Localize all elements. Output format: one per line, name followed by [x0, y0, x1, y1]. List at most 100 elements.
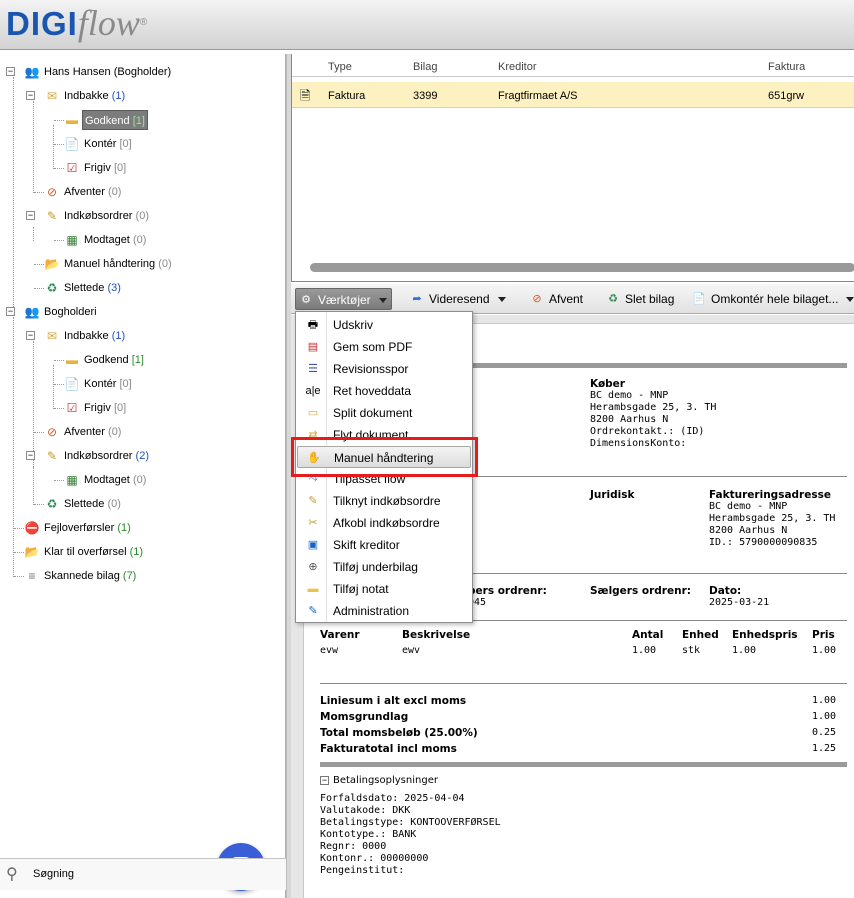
seller-order-title: Sælgers ordrenr:	[590, 585, 691, 597]
billing-line: BC demo - MNP	[709, 501, 788, 512]
buyer-line: Herambsgade 25, 3. TH	[590, 402, 717, 413]
line-header: Beskrivelse	[402, 629, 471, 641]
horizontal-scrollbar[interactable]	[310, 263, 854, 272]
document-icon: 📄	[692, 293, 706, 305]
inbox-icon: ✉	[46, 329, 58, 343]
column-header-faktura[interactable]: Faktura	[768, 61, 805, 73]
line-header: Antal	[632, 629, 664, 641]
menu-item-split-dokument[interactable]: ▭ Split dokument	[297, 402, 471, 424]
menu-item-manuel-handtering[interactable]: ✋ Manuel håndtering	[297, 446, 471, 468]
document-icon: 📄	[64, 377, 80, 391]
collapse-toggle[interactable]: −	[6, 307, 15, 316]
open-folder-icon: 📂	[44, 257, 60, 271]
buyers-order-title: bers ordrenr:	[468, 585, 547, 597]
digiflow-logo: DIGIflow®	[6, 3, 148, 43]
legal-title: Juridisk	[590, 489, 635, 501]
user-group-icon: 👥	[24, 305, 40, 319]
payment-collapse-toggle[interactable]: −	[320, 776, 329, 785]
collapse-toggle[interactable]: −	[26, 331, 35, 340]
menu-item-administration[interactable]: ✎ Administration	[297, 600, 471, 622]
line-cell: 1.00	[732, 645, 757, 656]
edit-text-icon: a|e	[305, 385, 321, 397]
buyer-title: Køber	[590, 378, 625, 390]
search-icon: ⚲	[6, 866, 18, 883]
menu-item-tilknyt-indkobsordre[interactable]: ✎ Tilknyt indkøbsordre	[297, 490, 471, 512]
folder-blocked-icon: ⊘	[46, 425, 58, 439]
unlink-order-icon: ✂	[308, 517, 318, 529]
row-kreditor: Fragtfirmaet A/S	[498, 90, 578, 102]
line-cell: ewv	[402, 645, 421, 656]
forward-button[interactable]: ➦ Videresend	[407, 288, 506, 310]
scanned-docs-icon: ≡	[28, 569, 36, 583]
folder-blocked-icon: ⊘	[532, 293, 542, 305]
date-title: Dato:	[709, 585, 742, 597]
chevron-down-icon	[378, 298, 387, 304]
tools-menu-button[interactable]: ⚙ Værktøjer	[295, 288, 392, 310]
total-value: 1.00	[812, 695, 837, 706]
add-attachment-icon: ⊕	[308, 561, 318, 573]
collapse-toggle[interactable]: −	[26, 211, 35, 220]
search-panel[interactable]: ⚲ Søgning	[0, 858, 286, 890]
delete-document-button[interactable]: ♻ Slet bilag	[603, 288, 674, 310]
menu-item-tilfoj-notat[interactable]: ▬ Tilføj notat	[297, 578, 471, 600]
folder-blocked-icon: ⊘	[46, 185, 58, 199]
menu-item-ret-hoveddata[interactable]: a|e Ret hoveddata	[297, 380, 471, 402]
custom-flow-icon: ⤳	[308, 473, 318, 485]
repost-document-button[interactable]: 📄 Omkontér hele bilaget...	[689, 288, 854, 310]
app-header: DIGIflow®	[0, 0, 854, 50]
row-faktura: 651grw	[768, 90, 805, 102]
split-document-icon: ▭	[307, 407, 319, 419]
menu-item-revisionsspor[interactable]: ☰ Revisionsspor	[297, 358, 471, 380]
move-document-icon: ⇄	[308, 429, 318, 441]
open-folder-icon: 📂	[24, 545, 40, 559]
wait-button[interactable]: ⊘ Afvent	[527, 288, 583, 310]
document-error-icon: ⛔	[24, 521, 40, 535]
collapse-toggle[interactable]: −	[26, 451, 35, 460]
chevron-down-icon	[497, 297, 506, 303]
collapse-toggle[interactable]: −	[6, 67, 15, 76]
collapse-toggle[interactable]: −	[26, 91, 35, 100]
inbox-pencil-icon: ✎	[46, 209, 58, 223]
document-list: Type Bilag Kreditor Faktura 🗎 Faktura 33…	[291, 54, 854, 282]
document-check-icon: ☑	[66, 161, 78, 175]
menu-item-flyt-dokument[interactable]: ⇄ Flyt dokument	[297, 424, 471, 446]
forward-icon: ➦	[412, 293, 422, 305]
chevron-down-icon	[846, 297, 854, 303]
trash-icon: ♻	[608, 293, 618, 305]
document-icon: 📄	[64, 137, 80, 151]
link-order-icon: ✎	[308, 495, 318, 507]
menu-item-afkobl-indkobsordre[interactable]: ✂ Afkobl indkøbsordre	[297, 512, 471, 534]
grid-header: Type Bilag Kreditor Faktura	[292, 57, 854, 77]
row-type: Faktura	[328, 90, 366, 102]
total-label: Liniesum i alt excl moms	[320, 695, 467, 707]
total-value: 0.25	[812, 727, 837, 738]
printer-icon: 🖶	[307, 319, 319, 331]
document-toolbar: ⚙ Værktøjer ➦ Videresend ⊘ Afvent ♻ Slet bil…	[291, 284, 854, 314]
menu-item-tilfoj-underbilag[interactable]: ⊕ Tilføj underbilag	[297, 556, 471, 578]
trash-icon: ♻	[46, 497, 58, 511]
billing-line: Herambsgade 25, 3. TH	[709, 513, 836, 524]
menu-item-skift-kreditor[interactable]: ▣ Skift kreditor	[297, 534, 471, 556]
menu-item-udskriv[interactable]: 🖶 Udskriv	[297, 314, 471, 336]
menu-item-gem-som-pdf[interactable]: ▤ Gem som PDF	[297, 336, 471, 358]
payment-line: Regnr: 0000	[320, 841, 387, 852]
tools-icon: ⚙	[301, 294, 311, 306]
column-header-bilag[interactable]: Bilag	[413, 61, 437, 73]
line-header: Pris	[812, 629, 835, 641]
billing-line: ID.: 5790000090835	[709, 537, 818, 548]
date-value: 2025-03-21	[709, 597, 770, 608]
payment-line: Pengeinstitut:	[320, 865, 405, 876]
payment-line: Forfaldsdato: 2025-04-04	[320, 793, 465, 804]
folder-icon: ▬	[66, 353, 78, 367]
column-header-kreditor[interactable]: Kreditor	[498, 61, 537, 73]
payment-line: Valutakode: DKK	[320, 805, 411, 816]
line-cell: stk	[682, 645, 701, 656]
column-header-type[interactable]: Type	[328, 61, 352, 73]
menu-item-tilpasset-flow[interactable]: ⤳ Tilpasset flow	[297, 468, 471, 490]
billing-line: 8200 Aarhus N	[709, 525, 788, 536]
total-label: Momsgrundlag	[320, 711, 409, 723]
total-value: 1.00	[812, 711, 837, 722]
table-row[interactable]: 🗎 Faktura 3399 Fragtfirmaet A/S 651grw	[292, 82, 854, 108]
note-icon: ▬	[307, 583, 319, 595]
payment-title: Betalingsoplysninger	[333, 775, 438, 786]
